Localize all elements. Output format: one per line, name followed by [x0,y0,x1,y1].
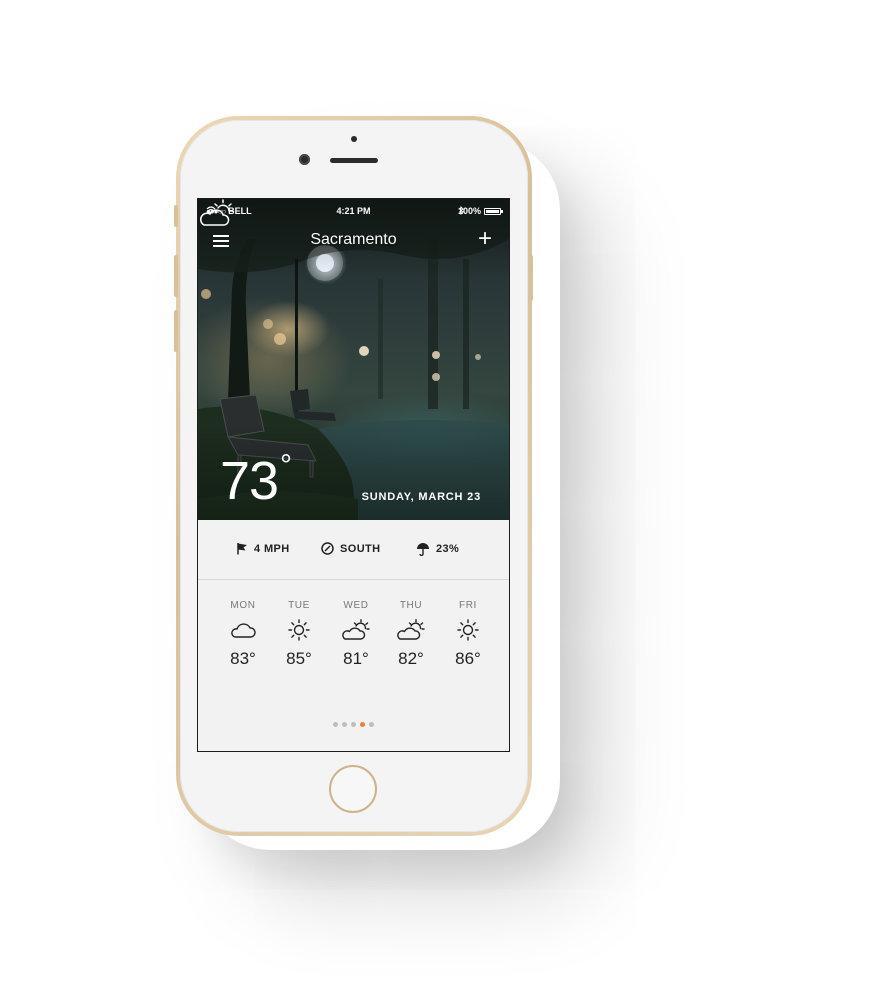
flag-icon [237,543,247,555]
umbrella-icon [417,543,429,556]
forecast-day[interactable]: THU 82° [383,599,439,671]
proximity-sensor [351,136,357,142]
sun-icon [288,619,310,641]
forecast-day-name: WED [343,600,369,611]
forecast-temp: 85° [286,649,312,668]
mockup-stage: ●●●○○ BELL 4:21 PM 100% [0,0,889,983]
wind-speed-value: 4 MPH [254,542,290,555]
wind-speed-item: 4 MPH [236,542,290,555]
nav-bar: Sacramento + [198,227,509,255]
forecast-day-name: MON [230,600,256,611]
compass-icon [321,542,334,555]
forecast-day-name: FRI [459,600,477,611]
page-dot[interactable] [333,722,338,727]
page-indicator [198,722,509,727]
earpiece-speaker [330,158,378,163]
degree-symbol: ° [280,449,292,482]
wind-direction-value: SOUTH [340,542,381,555]
battery-icon [484,207,503,215]
status-right-group: 100% [458,206,503,216]
conditions-row: 4 MPH SOUTH 23% [198,520,509,580]
forecast-day[interactable]: MON 83° [215,599,271,671]
forecast-temp: 86° [455,649,481,668]
page-dot[interactable] [369,722,374,727]
current-temperature: 73 ° [220,451,292,512]
partly-cloudy-icon [342,619,370,640]
precipitation-value: 23% [436,543,460,555]
status-bar: ●●●○○ BELL 4:21 PM 100% [198,199,509,221]
hero-background-photo: ●●●○○ BELL 4:21 PM 100% [198,199,509,520]
partly-cloudy-icon [200,199,234,226]
current-date: SUNDAY, MARCH 23 [361,491,481,503]
temperature-value: 73 [220,451,279,511]
forecast-day[interactable]: TUE 85° [271,599,327,671]
front-camera [299,154,310,165]
bluetooth-icon [458,206,464,215]
volume-up-button [174,255,178,297]
forecast-day-name: THU [399,600,423,611]
forecast-day[interactable]: WED 81° [328,599,384,671]
precipitation-item: 23% [416,542,459,556]
forecast-temp: 82° [398,649,424,668]
forecast-day-name: TUE [288,600,310,611]
five-day-forecast: MON 83° TUE 85° WED 81° THU 82° FRI 86° [198,599,509,699]
wind-direction-item: SOUTH [321,542,381,555]
add-city-icon[interactable]: + [475,227,495,251]
page-dot[interactable] [342,722,347,727]
volume-down-button [174,310,178,352]
forecast-day[interactable]: FRI 86° [440,599,496,671]
phone-screen: ●●●○○ BELL 4:21 PM 100% [197,198,510,752]
mute-switch [174,205,178,227]
partly-cloudy-icon [397,619,425,640]
cloud-icon [231,623,256,638]
page-dot[interactable] [351,722,356,727]
forecast-temp: 83° [230,649,256,668]
city-title: Sacramento [310,231,397,248]
sun-icon [457,619,479,641]
power-button [529,255,533,301]
forecast-temp: 81° [343,649,369,668]
page-dot-active[interactable] [360,722,365,727]
home-button[interactable] [329,765,377,813]
